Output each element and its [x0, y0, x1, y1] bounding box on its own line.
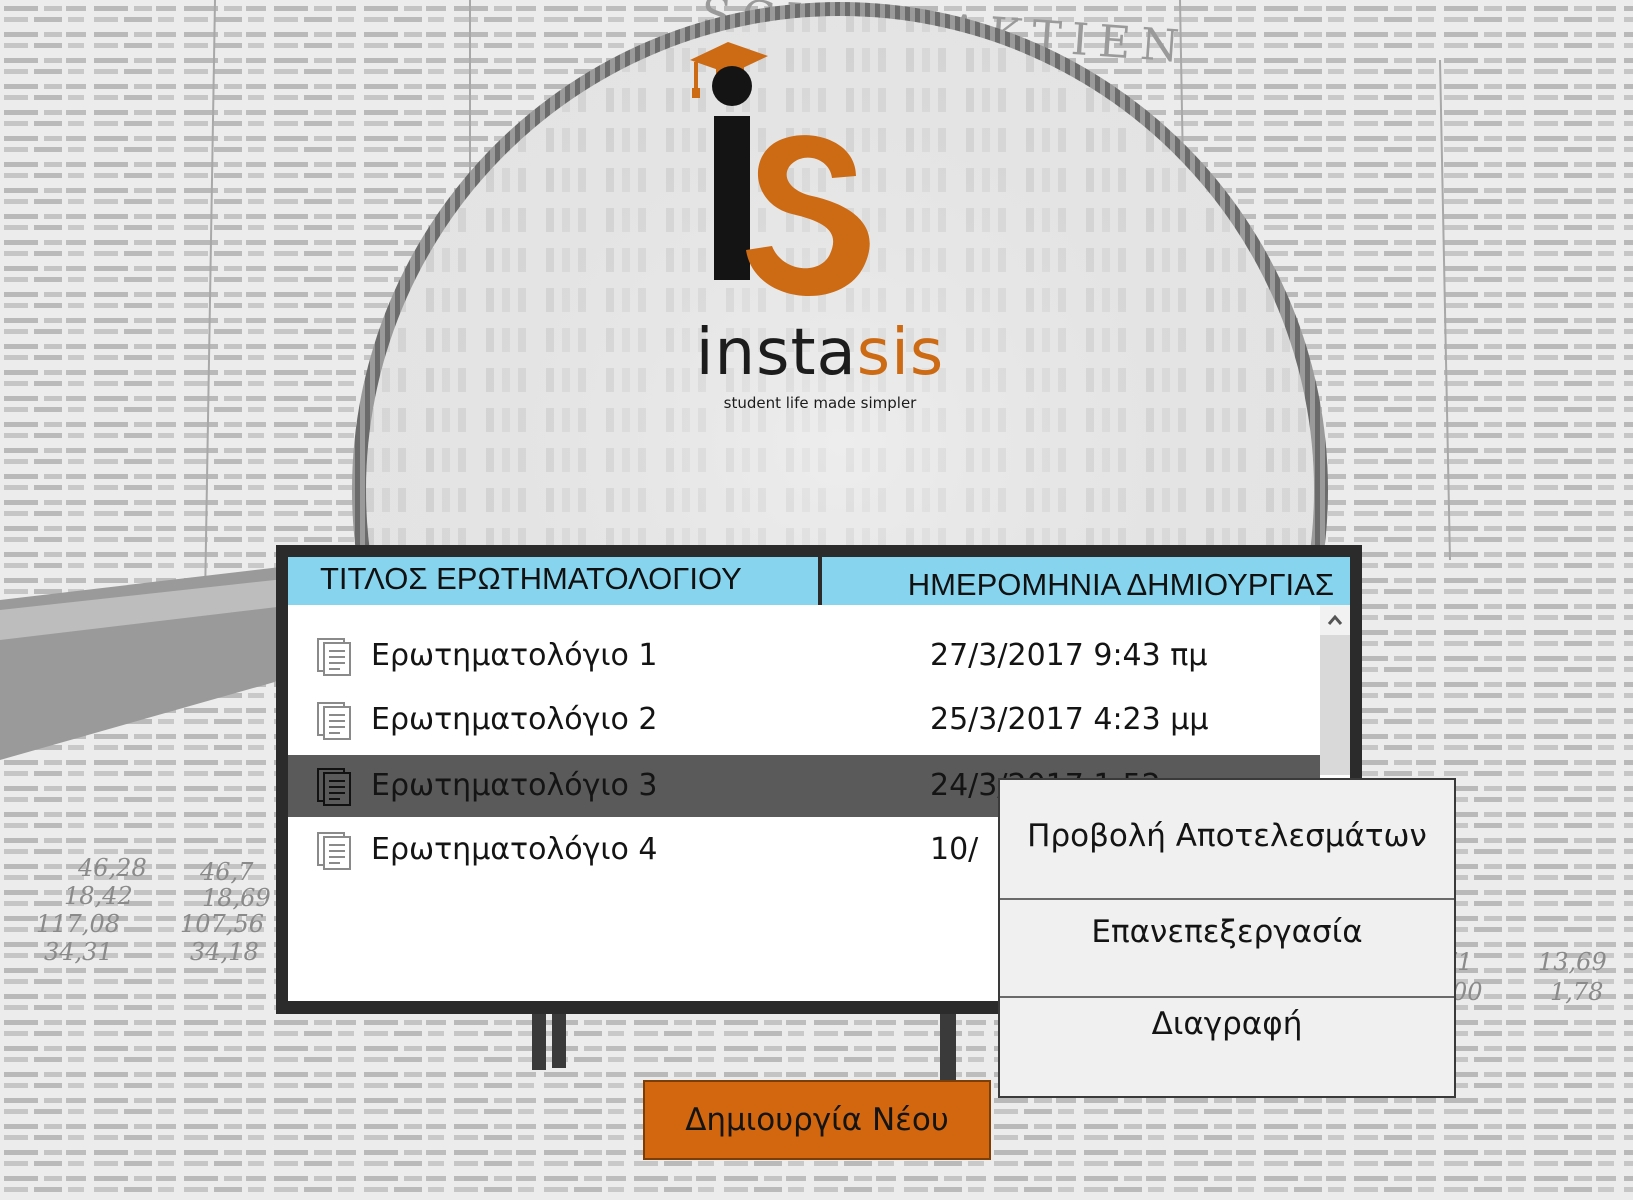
menu-divider: [1000, 996, 1454, 998]
document-icon: [317, 768, 351, 806]
chevron-up-icon: [1327, 614, 1343, 625]
row-title: Ερωτηματολόγιο 3: [371, 768, 658, 803]
menu-item-delete[interactable]: Διαγραφή: [1000, 1006, 1454, 1042]
svg-text:34,31: 34,31: [44, 938, 113, 966]
row-date: 25/3/2017 4:23 μμ: [930, 702, 1209, 737]
row-title: Ερωτηματολόγιο 4: [371, 832, 658, 867]
brand-name-part2: sis: [856, 316, 945, 390]
table-row[interactable]: Ερωτηματολόγιο 1 27/3/2017 9:43 πμ: [288, 625, 1320, 687]
svg-text:13,69: 13,69: [1538, 948, 1607, 976]
document-icon: [317, 638, 351, 676]
svg-text:107,56: 107,56: [180, 910, 264, 938]
svg-text:18,42: 18,42: [64, 882, 133, 910]
brand-tagline: student life made simpler: [723, 394, 917, 412]
svg-text:18,69: 18,69: [202, 884, 271, 912]
menu-divider: [1000, 898, 1454, 900]
instasis-logo: instasis student life made simpler: [680, 18, 960, 412]
svg-text:34,18: 34,18: [190, 938, 259, 966]
create-new-button[interactable]: Δημιουργία Νέου: [643, 1080, 991, 1160]
document-icon: [317, 832, 351, 870]
row-title: Ερωτηματολόγιο 1: [371, 638, 658, 673]
row-context-menu: Προβολή Αποτελεσμάτων Επανεπεξεργασία Δι…: [998, 778, 1456, 1098]
menu-item-re-edit[interactable]: Επανεπεξεργασία: [1000, 914, 1454, 950]
svg-text:00: 00: [1452, 978, 1483, 1006]
document-icon: [317, 702, 351, 740]
table-row[interactable]: Ερωτηματολόγιο 2 25/3/2017 4:23 μμ: [288, 689, 1320, 751]
menu-item-view-results[interactable]: Προβολή Αποτελεσμάτων: [1000, 818, 1454, 854]
svg-text:117,08: 117,08: [36, 910, 120, 938]
column-header-title[interactable]: ΤΙΤΛΟΣ ΕΡΩΤΗΜΑΤΟΛΟΓΙΟΥ: [288, 557, 818, 605]
brand-name: instasis: [680, 318, 960, 388]
row-title: Ερωτηματολόγιο 2: [371, 702, 658, 737]
svg-text:46,28: 46,28: [77, 854, 147, 882]
scroll-up-button[interactable]: [1320, 605, 1350, 635]
scrollbar-thumb[interactable]: [1320, 635, 1350, 775]
column-header-date[interactable]: ΗΜΕΡΟΜΗΝΙΑ ΔΗΜΙΟΥΡΓΙΑΣ: [822, 557, 1350, 605]
brand-name-part1: insta: [695, 316, 857, 390]
table-header: ΤΙΤΛΟΣ ΕΡΩΤΗΜΑΤΟΛΟΓΙΟΥ ΗΜΕΡΟΜΗΝΙΑ ΔΗΜΙΟΥ…: [288, 557, 1350, 605]
row-date: 10/: [930, 832, 979, 867]
svg-text:46,7: 46,7: [199, 858, 254, 886]
svg-text:1,78: 1,78: [1550, 978, 1603, 1006]
logo-mark-icon: [690, 42, 870, 297]
row-date: 27/3/2017 9:43 πμ: [930, 638, 1208, 673]
